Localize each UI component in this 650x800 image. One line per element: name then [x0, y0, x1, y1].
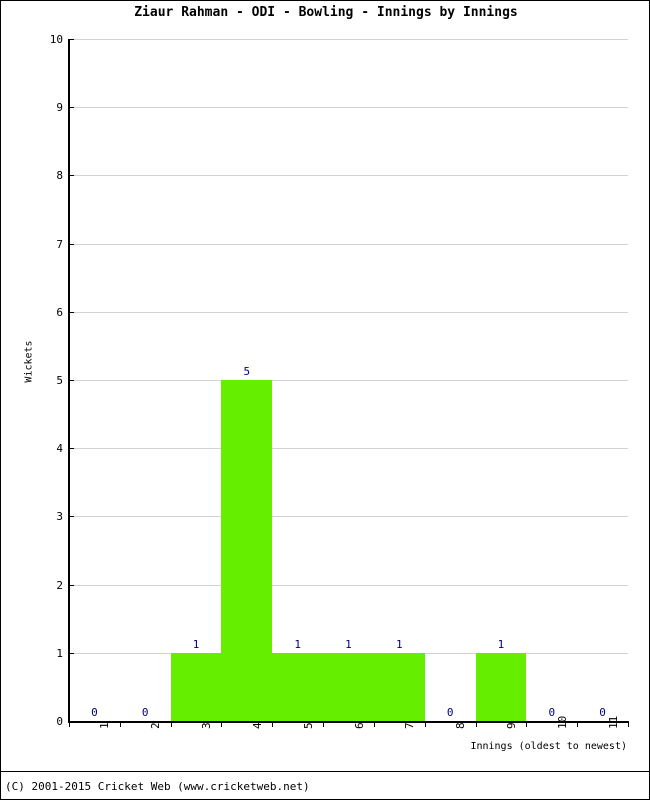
- y-tick-label: 2: [56, 578, 63, 592]
- y-tick-mark: [69, 311, 74, 313]
- x-tick-label: 9: [504, 722, 518, 729]
- x-tick-mark: [374, 721, 375, 727]
- gridline: [69, 311, 628, 313]
- page-title: Ziaur Rahman - ODI - Bowling - Innings b…: [134, 5, 518, 20]
- x-tick-mark: [272, 721, 273, 727]
- bar-value-label: 0: [446, 706, 454, 719]
- bar-value-label: 1: [497, 637, 505, 651]
- y-tick-mark: [69, 175, 74, 177]
- x-tick-mark: [425, 721, 426, 727]
- bar-value-label: 1: [396, 637, 403, 651]
- bar-value-label: 1: [294, 637, 301, 651]
- y-tick-label: 8: [56, 169, 63, 183]
- x-tick-label: 8: [454, 722, 468, 729]
- gridline: [69, 448, 628, 450]
- gridline: [69, 175, 628, 177]
- bar[interactable]: [373, 652, 425, 721]
- x-tick-mark: [476, 721, 477, 727]
- bar-value-label: 0: [599, 706, 606, 719]
- x-tick-label: 6: [352, 722, 366, 729]
- y-axis-title: Wickets: [23, 340, 35, 383]
- x-tick-label: 3: [200, 722, 214, 729]
- y-tick-mark: [69, 39, 74, 40]
- bar[interactable]: [221, 380, 273, 721]
- bar[interactable]: [170, 652, 222, 721]
- x-tick-mark: [323, 721, 324, 727]
- bar-value-label: 0: [141, 706, 149, 719]
- bar-value-label: 0: [91, 706, 98, 719]
- y-tick-label: 3: [56, 510, 63, 524]
- bar-value-label: 5: [243, 365, 251, 378]
- bar-value-label: 1: [192, 637, 200, 651]
- x-tick-label: 5: [301, 722, 315, 729]
- gridline: [69, 39, 628, 40]
- bar[interactable]: [475, 652, 527, 721]
- gridline: [69, 243, 628, 245]
- x-axis-title: Innings (oldest to newest): [470, 741, 627, 752]
- bar-value-label: 0: [548, 706, 556, 719]
- footer-divider: [1, 771, 649, 772]
- bar[interactable]: [272, 652, 324, 721]
- y-tick-mark: [69, 584, 74, 586]
- gridline: [69, 584, 628, 586]
- y-tick-label: 4: [56, 442, 63, 456]
- gridline: [69, 380, 628, 381]
- bar[interactable]: [323, 652, 374, 721]
- x-tick-mark: [69, 721, 70, 727]
- gridline: [69, 107, 628, 109]
- x-tick-mark: [221, 721, 222, 727]
- x-tick-label: 1: [98, 722, 112, 729]
- copyright-notice: (C) 2001-2015 Cricket Web (www.cricketwe…: [5, 780, 310, 793]
- plot-area: [69, 39, 628, 721]
- y-tick-mark: [69, 652, 74, 654]
- bar-value-label: 1: [345, 637, 352, 651]
- x-tick-mark: [628, 721, 629, 727]
- gridline: [69, 516, 628, 518]
- y-tick-mark: [69, 380, 74, 381]
- x-tick-mark: [577, 721, 578, 727]
- y-tick-mark: [69, 448, 74, 450]
- x-tick-label: 7: [403, 722, 417, 729]
- y-tick-mark: [69, 516, 74, 518]
- x-tick-label: 4: [250, 722, 264, 729]
- y-tick-label: 5: [56, 374, 63, 387]
- y-tick-label: 0: [56, 715, 63, 728]
- y-tick-mark: [69, 243, 74, 245]
- y-tick-mark: [69, 107, 74, 109]
- x-tick-mark: [120, 721, 121, 727]
- x-tick-mark: [526, 721, 527, 727]
- y-tick-label: 7: [56, 237, 63, 251]
- chart-page: Ziaur Rahman - ODI - Bowling - Innings b…: [0, 0, 650, 800]
- y-tick-label: 9: [56, 101, 63, 115]
- x-tick-mark: [171, 721, 172, 727]
- y-tick-label: 1: [56, 646, 63, 660]
- y-tick-label: 10: [49, 33, 63, 46]
- y-tick-label: 6: [56, 305, 63, 319]
- x-tick-label: 2: [149, 722, 163, 729]
